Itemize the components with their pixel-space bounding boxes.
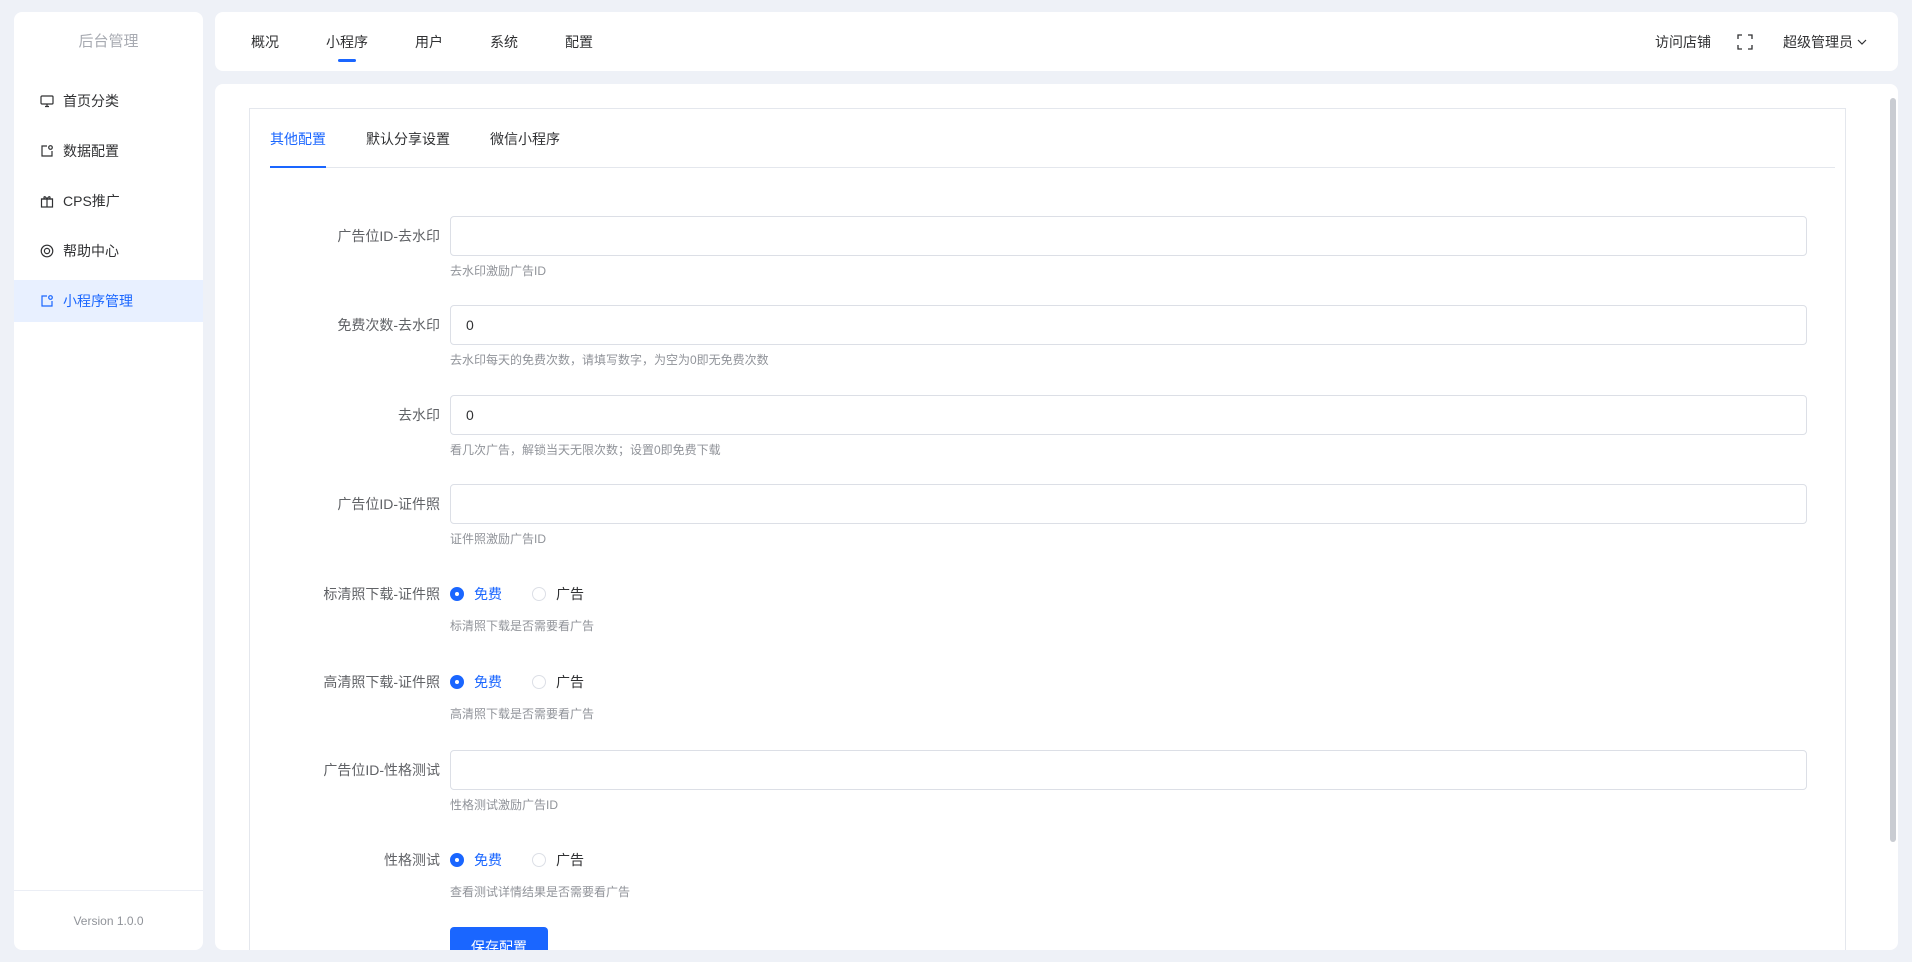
admin-name: 超级管理员 — [1783, 33, 1853, 50]
field-label: 广告位ID-证件照 — [337, 496, 440, 512]
personality-radio-group: 免费 广告 — [450, 840, 614, 880]
radio-label: 免费 — [474, 586, 502, 602]
hd-download-radio-group: 免费 广告 — [450, 662, 614, 702]
field-help: 标清照下载是否需要看广告 — [450, 619, 595, 633]
field-label: 标清照下载-证件照 — [323, 586, 440, 602]
field-help: 查看测试详情结果是否需要看广告 — [450, 885, 631, 899]
free-count-watermark-input[interactable] — [450, 305, 1807, 345]
radio-dot — [450, 675, 464, 689]
config-card: 其他配置 默认分享设置 微信小程序 广告位ID-去水印 去水印激励广告ID 免费… — [249, 108, 1846, 950]
field-label: 性格测试 — [384, 852, 440, 868]
sidebar-item-label: 小程序管理 — [63, 293, 133, 309]
radio-label: 广告 — [556, 852, 584, 868]
field-help: 去水印每天的免费次数，请填写数字，为空为0即无免费次数 — [450, 353, 769, 367]
sidebar-item-label: 帮助中心 — [63, 243, 119, 259]
edit-icon — [40, 294, 54, 308]
sidebar-item-miniprogram[interactable]: 小程序管理 — [14, 280, 203, 322]
tab-wechat-miniprogram[interactable]: 微信小程序 — [490, 109, 560, 167]
tab-system[interactable]: 系统 — [490, 12, 518, 71]
tab-overview[interactable]: 概况 — [251, 12, 279, 71]
top-header: 概况 小程序 用户 系统 配置 访问店铺 超级管理员 — [215, 12, 1898, 71]
field-label: 高清照下载-证件照 — [323, 674, 440, 690]
admin-dropdown[interactable]: 超级管理员 — [1783, 32, 1868, 52]
visit-store-link[interactable]: 访问店铺 — [1655, 32, 1711, 52]
field-help: 看几次广告，解锁当天无限次数；设置0即免费下载 — [450, 443, 721, 457]
header-actions: 访问店铺 超级管理员 — [1655, 12, 1868, 71]
radio-ad[interactable]: 广告 — [532, 672, 584, 692]
watermark-ad-count-input[interactable] — [450, 395, 1807, 435]
save-config-button[interactable]: 保存配置 — [450, 927, 548, 950]
scrollbar[interactable] — [1890, 98, 1896, 842]
edit-icon — [40, 144, 54, 158]
radio-dot — [532, 675, 546, 689]
sidebar: 后台管理 首页分类 数据配置 CPS推广 帮助中心 小程序管理 Version … — [14, 12, 203, 950]
radio-dot — [450, 587, 464, 601]
chevron-down-icon — [1856, 36, 1868, 48]
tab-share-settings[interactable]: 默认分享设置 — [366, 109, 450, 167]
field-label: 广告位ID-去水印 — [337, 228, 440, 244]
field-help: 性格测试激励广告ID — [450, 798, 559, 812]
sidebar-item-home-category[interactable]: 首页分类 — [14, 80, 203, 122]
radio-free[interactable]: 免费 — [450, 850, 502, 870]
radio-label: 免费 — [474, 674, 502, 690]
radio-dot — [532, 853, 546, 867]
sidebar-item-cps[interactable]: CPS推广 — [14, 180, 203, 222]
lifebuoy-icon — [40, 244, 54, 258]
top-nav: 概况 小程序 用户 系统 配置 — [251, 12, 640, 71]
monitor-icon — [40, 94, 54, 108]
field-label: 广告位ID-性格测试 — [323, 762, 440, 778]
sidebar-item-label: 首页分类 — [63, 93, 119, 109]
tab-miniprogram[interactable]: 小程序 — [326, 12, 368, 71]
radio-dot — [450, 853, 464, 867]
radio-label: 广告 — [556, 586, 584, 602]
field-help: 证件照激励广告ID — [450, 532, 547, 546]
brand-title: 后台管理 — [78, 33, 139, 50]
field-help: 高清照下载是否需要看广告 — [450, 707, 595, 721]
radio-dot — [532, 587, 546, 601]
fullscreen-icon[interactable] — [1737, 33, 1753, 50]
tab-config[interactable]: 配置 — [565, 12, 593, 71]
radio-free[interactable]: 免费 — [450, 672, 502, 692]
field-label: 免费次数-去水印 — [337, 317, 440, 333]
radio-free[interactable]: 免费 — [450, 584, 502, 604]
field-label: 去水印 — [398, 407, 440, 423]
sidebar-item-label: CPS推广 — [63, 193, 120, 209]
ad-id-personality-input[interactable] — [450, 750, 1807, 790]
sidebar-item-help-center[interactable]: 帮助中心 — [14, 230, 203, 272]
radio-ad[interactable]: 广告 — [532, 584, 584, 604]
ad-id-idphoto-input[interactable] — [450, 484, 1807, 524]
radio-ad[interactable]: 广告 — [532, 850, 584, 870]
ad-id-watermark-input[interactable] — [450, 216, 1807, 256]
sd-download-radio-group: 免费 广告 — [450, 574, 614, 614]
tab-other-config[interactable]: 其他配置 — [270, 109, 326, 168]
radio-label: 广告 — [556, 674, 584, 690]
tab-users[interactable]: 用户 — [415, 12, 443, 71]
version-label: Version 1.0.0 — [14, 890, 203, 950]
radio-label: 免费 — [474, 852, 502, 868]
gift-icon — [40, 194, 54, 208]
field-help: 去水印激励广告ID — [450, 264, 547, 278]
sub-tabs: 其他配置 默认分享设置 微信小程序 — [270, 109, 1835, 168]
sidebar-item-data-config[interactable]: 数据配置 — [14, 130, 203, 172]
sidebar-item-label: 数据配置 — [63, 143, 119, 159]
main-panel: 其他配置 默认分享设置 微信小程序 广告位ID-去水印 去水印激励广告ID 免费… — [215, 84, 1898, 950]
